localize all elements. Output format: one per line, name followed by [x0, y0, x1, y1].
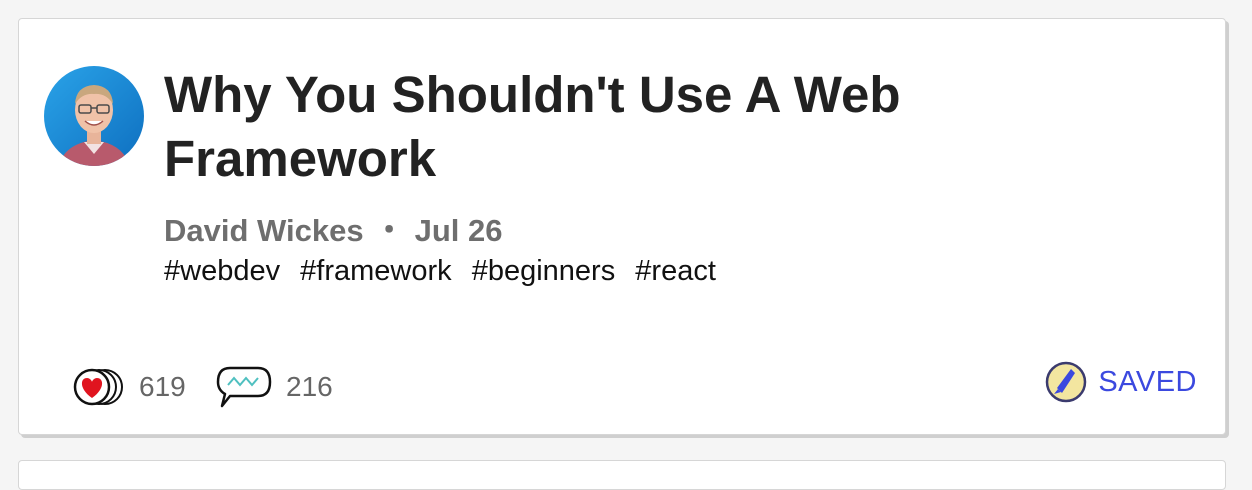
article-meta: David Wickes ・ Jul 26 — [164, 205, 502, 250]
article-card[interactable]: Why You Shouldn't Use A Web Framework Da… — [18, 18, 1226, 435]
tag-react[interactable]: #react — [635, 255, 716, 287]
comments-count: 216 — [286, 371, 333, 402]
article-title[interactable]: Why You Shouldn't Use A Web Framework — [164, 63, 1064, 191]
tag-beginners[interactable]: #beginners — [472, 255, 616, 287]
next-article-card[interactable] — [18, 460, 1226, 490]
comment-bubble-icon — [216, 366, 272, 408]
comments-button[interactable]: 216 — [216, 365, 333, 409]
bookmark-saved-icon — [1046, 361, 1087, 403]
tag-framework[interactable]: #framework — [300, 255, 452, 287]
reactions-button[interactable]: 619 — [71, 367, 186, 407]
saved-label: SAVED — [1098, 365, 1197, 398]
reactions-count: 619 — [139, 371, 186, 402]
tag-webdev[interactable]: #webdev — [164, 255, 280, 287]
tag-list: #webdev #framework #beginners #react — [164, 255, 728, 288]
author-name[interactable]: David Wickes — [164, 213, 364, 248]
avatar-image — [44, 66, 144, 166]
save-button[interactable]: SAVED — [1044, 359, 1197, 405]
meta-separator: ・ — [373, 213, 405, 248]
publish-date: Jul 26 — [414, 213, 503, 248]
heart-reactions-icon — [73, 368, 123, 406]
author-avatar[interactable] — [44, 66, 144, 166]
